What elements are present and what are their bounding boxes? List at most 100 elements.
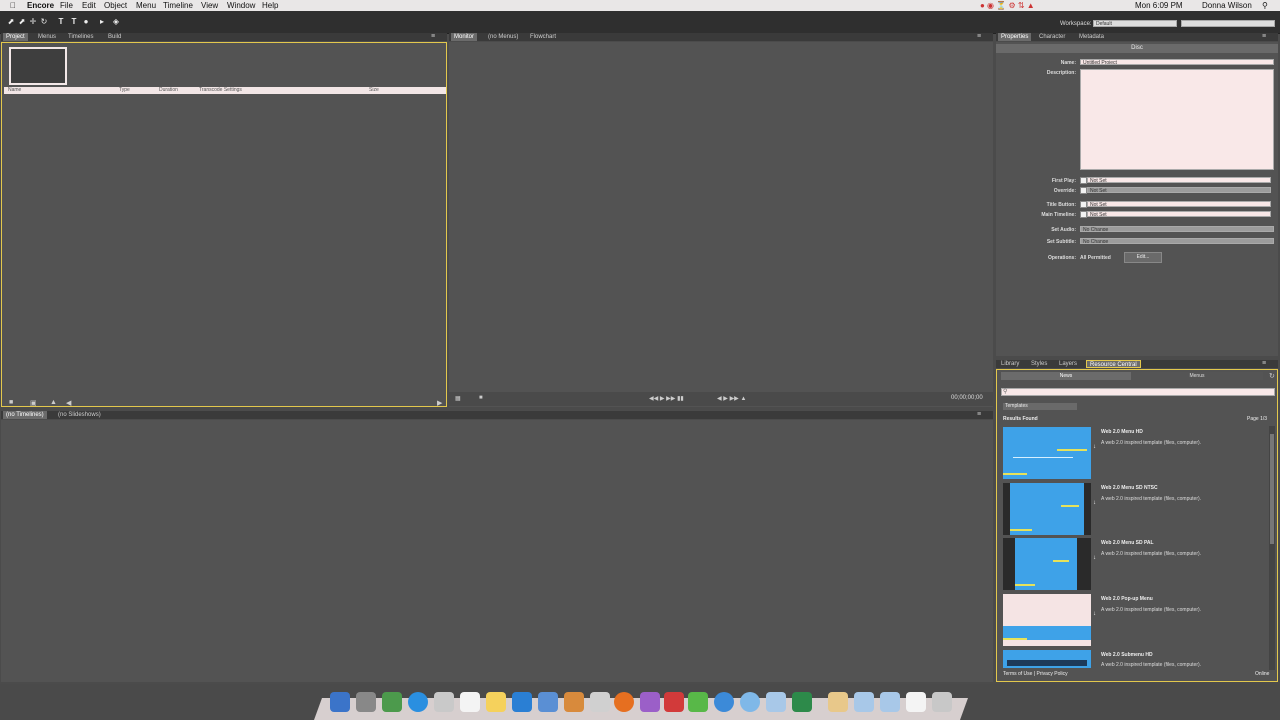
documents-icon[interactable] — [828, 692, 848, 712]
result-thumbnail[interactable] — [1003, 650, 1091, 668]
tab-menus[interactable]: Menus — [35, 33, 59, 41]
column-type[interactable]: Type — [119, 87, 130, 93]
folder-icon[interactable] — [766, 692, 786, 712]
preview-app-icon[interactable] — [538, 692, 558, 712]
menu-window[interactable]: Window — [227, 1, 255, 10]
name-field[interactable]: Untitled Project — [1080, 59, 1274, 65]
result-thumbnail[interactable] — [1003, 483, 1091, 535]
refresh-icon[interactable]: ↻ — [1269, 372, 1275, 380]
main-timeline-field[interactable]: Not Set — [1087, 211, 1271, 217]
download-icon[interactable]: ↓ — [1093, 444, 1096, 450]
tab-timelines[interactable]: Timelines — [65, 33, 96, 41]
system-prefs-icon[interactable] — [590, 692, 610, 712]
play-controls[interactable]: ◀ ▶ ▶▶ ▲ — [717, 395, 746, 402]
set-audio-select[interactable]: No Change — [1080, 226, 1274, 232]
itunes-icon[interactable] — [512, 692, 532, 712]
move-tool-icon[interactable]: ✛ — [29, 18, 37, 26]
vertical-text-tool-icon[interactable]: T — [70, 18, 78, 26]
new-item-icon[interactable]: ■ — [9, 399, 13, 406]
panel-menu-icon[interactable]: ≡ — [431, 33, 435, 40]
network-icon[interactable] — [714, 692, 734, 712]
render-icon[interactable]: ◈ — [112, 18, 120, 26]
subtab-menus[interactable]: Menus — [1131, 372, 1263, 380]
menu-icon[interactable]: ■ — [479, 395, 483, 401]
app-store-icon[interactable] — [382, 692, 402, 712]
result-thumbnail[interactable] — [1003, 594, 1091, 646]
description-field[interactable] — [1080, 69, 1274, 170]
column-duration[interactable]: Duration — [159, 87, 178, 93]
preview-icon[interactable]: ▸ — [98, 18, 106, 26]
column-name[interactable]: Name — [8, 87, 21, 93]
premiere-icon[interactable] — [664, 692, 684, 712]
results-scrollbar[interactable] — [1269, 426, 1275, 670]
timeline-panel-menu-icon[interactable]: ≡ — [977, 411, 981, 418]
launchpad-icon[interactable] — [356, 692, 376, 712]
tab-no-timelines[interactable]: (no Timelines) — [3, 411, 47, 419]
tab-styles[interactable]: Styles — [1028, 360, 1050, 368]
operations-edit-button[interactable]: Edit... — [1124, 252, 1162, 263]
tab-resource-central[interactable]: Resource Central — [1086, 360, 1141, 368]
tab-flowchart[interactable]: Flowchart — [527, 33, 559, 41]
workspace-select[interactable]: Default — [1093, 20, 1177, 27]
user-name[interactable]: Donna Wilson — [1202, 1, 1252, 10]
photos-icon[interactable] — [564, 692, 584, 712]
title-button-checkbox[interactable] — [1080, 201, 1087, 208]
category-select[interactable]: Templates — [1003, 403, 1077, 410]
mail-icon[interactable] — [434, 692, 454, 712]
menu-help[interactable]: Help — [262, 1, 278, 10]
finder-icon[interactable] — [330, 692, 350, 712]
tab-no-menus[interactable]: (no Menus) — [485, 33, 521, 41]
tab-layers[interactable]: Layers — [1056, 360, 1080, 368]
subtab-news[interactable]: News — [1001, 372, 1131, 380]
resource-panel-menu-icon[interactable]: ≡ — [1262, 360, 1266, 367]
zoom-tool-icon[interactable]: ● — [82, 18, 90, 26]
rotate-tool-icon[interactable]: ↻ — [40, 18, 48, 26]
tab-project[interactable]: Project — [3, 33, 28, 41]
set-subtitle-select[interactable]: No Change — [1080, 238, 1274, 244]
menu-view[interactable]: View — [201, 1, 218, 10]
menu-file[interactable]: File — [60, 1, 73, 10]
apple-icon[interactable]:  — [10, 1, 16, 10]
result-thumbnail[interactable] — [1003, 538, 1091, 590]
text-tool-icon[interactable]: T — [57, 18, 65, 26]
tab-properties[interactable]: Properties — [998, 33, 1032, 41]
menu-edit[interactable]: Edit — [82, 1, 96, 10]
tab-monitor[interactable]: Monitor — [451, 33, 478, 41]
download-icon[interactable]: ↓ — [1093, 555, 1096, 561]
override-field[interactable]: Not Set — [1087, 187, 1271, 193]
properties-panel-menu-icon[interactable]: ≡ — [1262, 33, 1266, 40]
first-play-field[interactable]: Not Set — [1087, 177, 1271, 183]
title-button-field[interactable]: Not Set — [1087, 201, 1271, 207]
column-size[interactable]: Size — [369, 87, 379, 93]
tab-character[interactable]: Character — [1036, 33, 1068, 41]
transport-controls[interactable]: ◀◀ ▶ ▶▶ ▮▮ — [649, 395, 684, 402]
direct-select-tool-icon[interactable]: ⬈ — [18, 18, 26, 26]
notes-icon[interactable] — [486, 692, 506, 712]
encore-icon[interactable] — [640, 692, 660, 712]
terminal-icon[interactable] — [792, 692, 812, 712]
spotlight-icon[interactable]: ⚲ — [1262, 1, 1268, 10]
viewer-panel-menu-icon[interactable]: ≡ — [977, 33, 981, 40]
facetime-icon[interactable] — [688, 692, 708, 712]
override-checkbox[interactable] — [1080, 187, 1087, 194]
resource-search-input[interactable] — [1001, 388, 1275, 396]
trash-can-icon[interactable] — [932, 692, 952, 712]
menu-app-name[interactable]: Encore — [27, 1, 54, 10]
first-play-checkbox[interactable] — [1080, 177, 1087, 184]
trash-icon[interactable]: ▲ — [50, 399, 57, 406]
help-search-input[interactable] — [1181, 20, 1275, 27]
footer-links[interactable]: Terms of Use | Privacy Policy — [1003, 671, 1068, 677]
scrollbar-thumb[interactable] — [1270, 434, 1274, 544]
main-timeline-checkbox[interactable] — [1080, 211, 1087, 218]
result-thumbnail[interactable] — [1003, 427, 1091, 479]
calendar-icon[interactable] — [460, 692, 480, 712]
tab-library[interactable]: Library — [998, 360, 1022, 368]
new-folder-icon[interactable]: ▣ — [30, 399, 37, 407]
menu-object[interactable]: Object — [104, 1, 127, 10]
safari-icon[interactable] — [408, 692, 428, 712]
selection-tool-icon[interactable]: ⬈ — [7, 18, 15, 26]
time-machine-icon[interactable] — [740, 692, 760, 712]
scroll-right-icon[interactable]: ▶ — [437, 399, 442, 407]
safe-area-icon[interactable]: ▦ — [455, 395, 461, 402]
applications-folder-icon[interactable] — [880, 692, 900, 712]
